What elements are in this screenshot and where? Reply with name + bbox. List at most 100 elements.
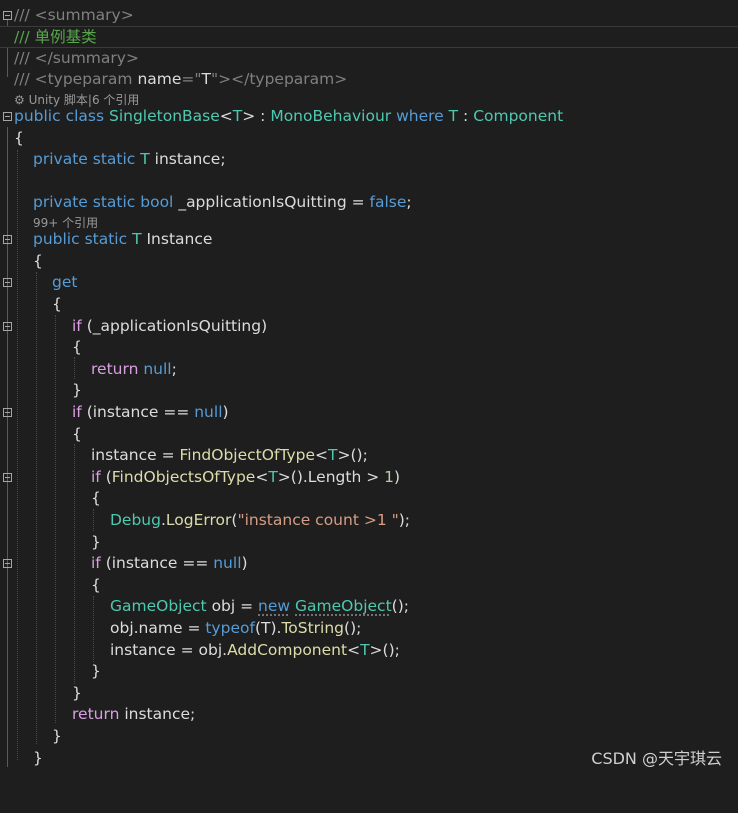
collapse-icon[interactable] bbox=[3, 408, 12, 417]
code-line[interactable]: } bbox=[0, 725, 738, 747]
brace: { bbox=[33, 252, 43, 270]
type-param: T bbox=[268, 468, 278, 486]
brace: { bbox=[72, 338, 82, 356]
constraint-type: Component bbox=[473, 107, 564, 125]
literal: null bbox=[143, 360, 172, 378]
code-line[interactable]: { bbox=[0, 250, 738, 272]
keyword-control: if bbox=[72, 403, 82, 421]
class-name: SingletonBase bbox=[109, 107, 220, 125]
code-line[interactable]: { bbox=[0, 574, 738, 596]
base-class: MonoBehaviour bbox=[270, 107, 392, 125]
method-call: LogError bbox=[165, 511, 232, 529]
keyword-control: if bbox=[91, 554, 101, 572]
code-line[interactable]: public class SingletonBase<T> : MonoBeha… bbox=[0, 105, 738, 127]
code-line[interactable]: instance = obj.AddComponent<T>(); bbox=[0, 639, 738, 661]
keyword: class bbox=[65, 107, 105, 125]
code-line-current[interactable]: /// 单例基类 bbox=[0, 26, 738, 48]
brace: } bbox=[52, 727, 62, 745]
code-line[interactable]: { bbox=[0, 127, 738, 149]
punct: : bbox=[458, 107, 474, 125]
code-line[interactable]: public static T Instance bbox=[0, 228, 738, 250]
doc-comment: /// <typeparam bbox=[14, 70, 138, 88]
code-line[interactable]: Debug.LogError("instance count >1 "); bbox=[0, 509, 738, 531]
collapse-icon[interactable] bbox=[3, 559, 12, 568]
expression: (T). bbox=[254, 619, 282, 637]
string-literal: "instance count >1 " bbox=[237, 511, 399, 529]
code-line[interactable]: obj.name = typeof(T).ToString(); bbox=[0, 617, 738, 639]
type-param: T bbox=[360, 641, 370, 659]
expression: (_applicationIsQuitting) bbox=[81, 317, 268, 335]
collapse-icon[interactable] bbox=[3, 322, 12, 331]
brace: } bbox=[91, 533, 101, 551]
code-line[interactable]: private static bool _applicationIsQuitti… bbox=[0, 191, 738, 213]
doc-attr: name bbox=[137, 70, 182, 88]
expression: >().Length > bbox=[277, 468, 385, 486]
method-call: FindObjectOfType bbox=[179, 446, 316, 464]
code-line[interactable]: if (FindObjectsOfType<T>().Length > 1) bbox=[0, 466, 738, 488]
literal: null bbox=[194, 403, 223, 421]
collapse-icon[interactable] bbox=[3, 473, 12, 482]
punct: ) bbox=[241, 554, 248, 572]
doc-comment: /// 单例基类 bbox=[14, 28, 97, 46]
punct: ; bbox=[406, 193, 412, 211]
expression: obj.name = bbox=[110, 619, 206, 637]
punct: ) bbox=[222, 403, 229, 421]
code-line[interactable]: { bbox=[0, 336, 738, 358]
punct: : bbox=[255, 107, 271, 125]
code-line[interactable]: if (instance == null) bbox=[0, 401, 738, 423]
method-call: FindObjectsOfType bbox=[111, 468, 256, 486]
punct: < bbox=[315, 446, 329, 464]
code-line[interactable]: get bbox=[0, 271, 738, 293]
brace: { bbox=[14, 129, 24, 147]
brace: } bbox=[72, 684, 82, 702]
expression: instance; bbox=[119, 705, 196, 723]
keyword: static bbox=[84, 230, 128, 248]
keyword-control: if bbox=[72, 317, 82, 335]
code-line[interactable]: return instance; bbox=[0, 703, 738, 725]
expression: instance = obj. bbox=[110, 641, 228, 659]
code-line[interactable]: /// </summary> bbox=[0, 47, 738, 69]
brace: { bbox=[91, 489, 101, 507]
code-line[interactable]: GameObject obj = new GameObject(); bbox=[0, 595, 738, 617]
code-line[interactable]: { bbox=[0, 487, 738, 509]
collapse-icon[interactable] bbox=[3, 112, 12, 121]
code-line[interactable]: } bbox=[0, 660, 738, 682]
code-line[interactable]: } bbox=[0, 682, 738, 704]
keyword-control: if bbox=[91, 468, 101, 486]
doc-attr-value: T bbox=[201, 70, 212, 88]
code-line[interactable]: instance = FindObjectOfType<T>(); bbox=[0, 444, 738, 466]
doc-comment: "></typeparam> bbox=[211, 70, 348, 88]
punct: (); bbox=[391, 597, 409, 615]
code-line[interactable]: { bbox=[0, 423, 738, 445]
code-line[interactable]: /// <typeparam name="T"></typeparam> bbox=[0, 68, 738, 90]
code-line[interactable]: private static T instance; bbox=[0, 148, 738, 170]
code-line[interactable]: } bbox=[0, 531, 738, 553]
keyword: public bbox=[14, 107, 61, 125]
collapse-icon[interactable] bbox=[3, 11, 12, 20]
type-param: T bbox=[132, 230, 142, 248]
code-editor[interactable]: /// <summary> /// 单例基类 /// </summary> //… bbox=[0, 0, 738, 777]
punct: ( bbox=[100, 468, 112, 486]
punct: (); bbox=[344, 619, 362, 637]
doc-comment: /// <summary> bbox=[14, 6, 134, 24]
brace: } bbox=[72, 381, 82, 399]
collapse-icon[interactable] bbox=[3, 278, 12, 287]
keyword: static bbox=[92, 150, 136, 168]
keyword: new bbox=[258, 597, 291, 615]
keyword: get bbox=[52, 273, 78, 291]
code-line[interactable]: if (_applicationIsQuitting) bbox=[0, 315, 738, 337]
field-name: instance; bbox=[154, 150, 226, 168]
code-line[interactable]: if (instance == null) bbox=[0, 552, 738, 574]
code-line[interactable]: { bbox=[0, 293, 738, 315]
watermark: CSDN @天宇琪云 bbox=[591, 749, 722, 768]
keyword: static bbox=[92, 193, 136, 211]
literal: false bbox=[369, 193, 407, 211]
collapse-icon[interactable] bbox=[3, 235, 12, 244]
keyword-control: return bbox=[72, 705, 120, 723]
code-line[interactable]: /// <summary> bbox=[0, 4, 738, 26]
punct: < bbox=[219, 107, 233, 125]
code-line[interactable]: } bbox=[0, 379, 738, 401]
code-line[interactable]: return null; bbox=[0, 358, 738, 380]
number-literal: 1 bbox=[384, 468, 394, 486]
keyword-control: return bbox=[91, 360, 139, 378]
